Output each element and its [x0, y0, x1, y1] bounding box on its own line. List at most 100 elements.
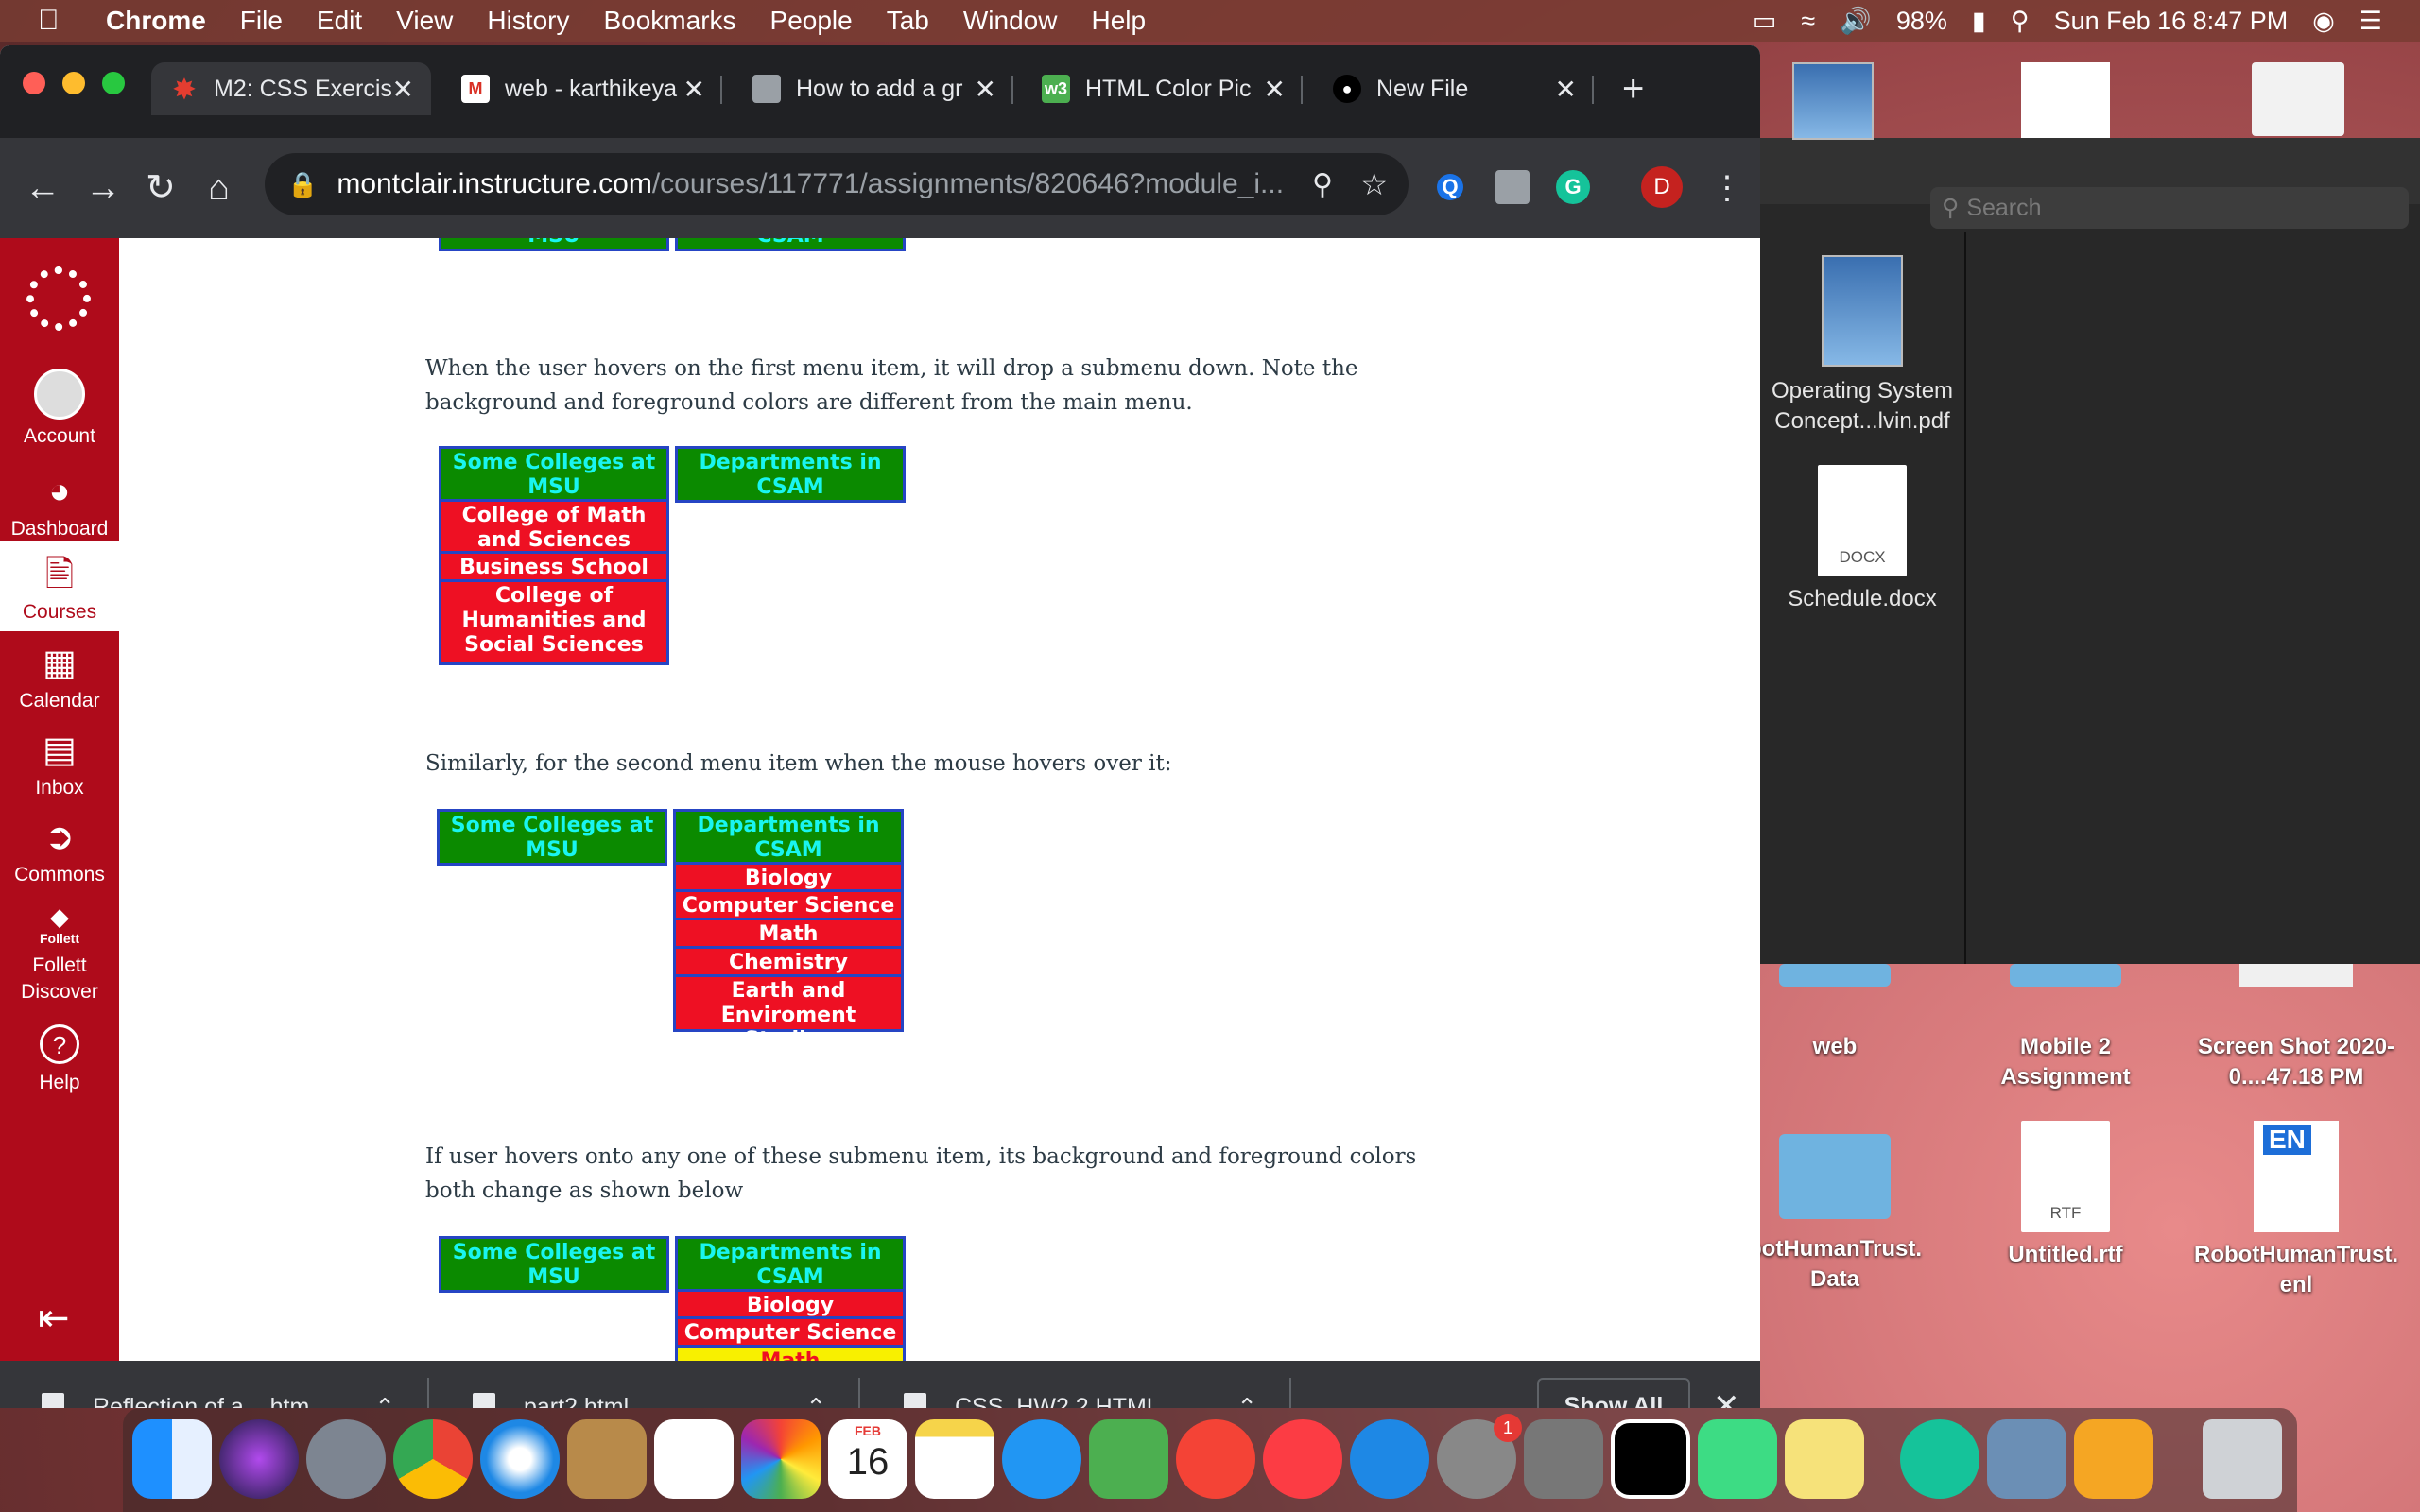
close-tab-icon[interactable]: ✕ — [683, 74, 705, 105]
desktop-doc-thumbnail[interactable] — [2021, 62, 2110, 138]
nav-courses[interactable]: 🖹 Courses — [0, 541, 119, 631]
home-icon[interactable]: ⌂ — [208, 170, 230, 206]
desktop-item-robothumantrust[interactable]: EN RobotHumanTrust. enl — [2187, 1121, 2405, 1300]
notes-dock-icon[interactable] — [915, 1419, 994, 1499]
close-tab-icon[interactable]: ✕ — [1264, 74, 1286, 105]
nav-commons[interactable]: ➲ Commons — [0, 816, 119, 886]
system-preferences-dock-icon[interactable]: 1 — [1437, 1414, 1522, 1499]
siri-dock-icon[interactable] — [219, 1419, 299, 1499]
menu-view[interactable]: View — [396, 6, 453, 36]
android-studio-dock-icon[interactable] — [1698, 1419, 1777, 1499]
close-tab-icon[interactable]: ✕ — [975, 74, 996, 105]
volume-icon[interactable]: 🔊 — [1840, 6, 1872, 36]
bookmark-star-icon[interactable]: ☆ — [1360, 166, 1388, 202]
nav-follett-discover[interactable]: ◆ Follett Follett Discover — [0, 903, 119, 1005]
stickies-dock-icon[interactable] — [1785, 1419, 1864, 1499]
canvas-logo-icon[interactable] — [26, 266, 91, 331]
menu-window[interactable]: Window — [963, 6, 1058, 36]
tab-gmail[interactable]: M web - karthikeya ✕ — [442, 62, 722, 115]
notification-center-icon[interactable]: ☰ — [2360, 7, 2382, 36]
app-store-dock-icon[interactable] — [1350, 1419, 1429, 1499]
finder-item-docx[interactable]: DOCX Schedule.docx — [1760, 465, 1964, 614]
grammarly-dock-icon[interactable] — [1900, 1419, 1979, 1499]
menu-bookmarks[interactable]: Bookmarks — [603, 6, 735, 36]
menu-tab[interactable]: Tab — [887, 6, 929, 36]
trash-dock-icon[interactable] — [2203, 1419, 2282, 1499]
submenu-item-math[interactable]: Math — [673, 920, 904, 949]
music-dock-icon[interactable] — [1263, 1419, 1342, 1499]
chrome-dock-icon[interactable] — [393, 1419, 473, 1499]
download-item[interactable]: Reflection of a....htm ⌃ — [0, 1361, 429, 1408]
chrome-menu-icon[interactable]: ⋮ — [1711, 170, 1743, 206]
profile-avatar[interactable]: D — [1641, 166, 1683, 208]
menu-item-departments[interactable]: Departments in CSAM — [675, 1236, 906, 1293]
tab-html-color-picker[interactable]: w3 HTML Color Pic ✕ — [1023, 62, 1303, 115]
menu-edit[interactable]: Edit — [317, 6, 362, 36]
desktop-blank-thumbnail[interactable] — [2252, 62, 2344, 136]
grammarly-icon[interactable]: G — [1556, 170, 1590, 204]
wifi-icon[interactable]: ≈ — [1801, 7, 1815, 36]
chevron-up-icon[interactable]: ⌃ — [374, 1393, 395, 1409]
safari-dock-icon[interactable] — [480, 1419, 560, 1499]
clock[interactable]: Sun Feb 16 8:47 PM — [2054, 7, 2289, 36]
menu-item-colleges[interactable]: Some Colleges at MSU — [437, 809, 667, 866]
download-item[interactable]: CSS_HW2.2.HTML ⌃ — [862, 1361, 1291, 1408]
chevron-up-icon[interactable]: ⌃ — [1236, 1393, 1257, 1409]
menu-item-departments[interactable]: Departments in CSAM — [673, 809, 904, 866]
nav-calendar[interactable]: ▦ Calendar — [0, 643, 119, 713]
close-window-button[interactable] — [23, 72, 45, 94]
new-tab-button[interactable]: + — [1622, 70, 1644, 108]
address-bar[interactable]: 🔒 montclair.instructure.com/courses/1177… — [265, 153, 1409, 215]
collapse-nav-icon[interactable]: ⇤ — [38, 1297, 70, 1340]
finder-item-pdf[interactable]: Operating System Concept...lvin.pdf — [1760, 255, 1964, 437]
desktop-item-mobile2[interactable]: Mobile 2 Assignment — [1957, 964, 2174, 1092]
desktop-item-untitled-rtf[interactable]: RTF Untitled.rtf — [1957, 1121, 2174, 1270]
submenu-item-math-hovered[interactable]: Math — [675, 1348, 906, 1361]
reload-icon[interactable]: ↻ — [146, 170, 176, 206]
submenu-item-earth-environment[interactable]: Earth and Enviroment Studies — [673, 977, 904, 1052]
spotlight-icon[interactable]: ⚲ — [2011, 7, 2030, 36]
vlc-dock-icon[interactable] — [2074, 1419, 2153, 1499]
zoom-window-button[interactable] — [102, 72, 125, 94]
calculator-dock-icon[interactable] — [1524, 1419, 1603, 1499]
preview-dock-icon[interactable] — [1987, 1419, 2066, 1499]
launchpad-dock-icon[interactable] — [306, 1419, 386, 1499]
nav-help[interactable]: ? Help — [0, 1024, 119, 1094]
close-tab-icon[interactable]: ✕ — [1555, 74, 1577, 105]
submenu-item-business[interactable]: Business School — [439, 554, 669, 582]
close-shelf-icon[interactable]: ✕ — [1713, 1387, 1740, 1408]
battery-icon[interactable]: ▮ — [1972, 7, 1986, 36]
siri-icon[interactable]: ◉ — [2312, 7, 2335, 36]
submenu-item-chemistry[interactable]: Chemistry — [673, 949, 904, 977]
submenu-item-computer-science[interactable]: Computer Science — [675, 1319, 906, 1348]
submenu-item-math-sciences[interactable]: College of Math and Sciences — [439, 499, 669, 554]
photos-dock-icon[interactable] — [741, 1419, 821, 1499]
tab-how-to-add[interactable]: How to add a gr ✕ — [734, 62, 1013, 115]
back-arrow-icon[interactable]: ← — [25, 170, 60, 206]
reminders-dock-icon[interactable] — [654, 1419, 734, 1499]
submenu-item-computer-science[interactable]: Computer Science — [673, 892, 904, 920]
submenu-item-biology[interactable]: Biology — [675, 1289, 906, 1319]
close-tab-icon[interactable]: ✕ — [392, 74, 414, 105]
menu-item-departments[interactable]: Departments in CSAM — [675, 446, 906, 503]
airplay-icon[interactable]: ▭ — [1753, 7, 1777, 36]
intellij-dock-icon[interactable] — [1611, 1419, 1690, 1499]
nav-inbox[interactable]: ▤ Inbox — [0, 730, 119, 799]
facetime-dock-icon[interactable] — [1089, 1419, 1168, 1499]
minimize-window-button[interactable] — [62, 72, 85, 94]
menu-item-colleges[interactable]: Some Colleges at MSU — [439, 446, 669, 503]
forward-arrow-icon[interactable]: → — [85, 170, 121, 206]
calendar-dock-icon[interactable]: FEB 16 — [828, 1419, 908, 1499]
nav-account[interactable]: Account — [0, 369, 119, 448]
messages-dock-icon[interactable] — [1002, 1419, 1081, 1499]
chevron-up-icon[interactable]: ⌃ — [805, 1393, 826, 1409]
apple-menu-icon[interactable]:  — [38, 5, 78, 37]
desktop-book-thumbnail[interactable] — [1792, 62, 1874, 140]
zoom-icon[interactable]: ⚲ — [1312, 168, 1333, 201]
nav-dashboard[interactable]: ◕ Dashboard — [0, 471, 119, 541]
finder-dock-icon[interactable] — [132, 1419, 212, 1499]
submenu-item-biology[interactable]: Biology — [673, 862, 904, 892]
tab-new-file[interactable]: ● New File ✕ — [1314, 62, 1594, 115]
finder-search-field[interactable]: ⚲ Search — [1930, 187, 2409, 229]
submenu-item-humanities[interactable]: College of Humanities and Social Science… — [439, 582, 669, 665]
